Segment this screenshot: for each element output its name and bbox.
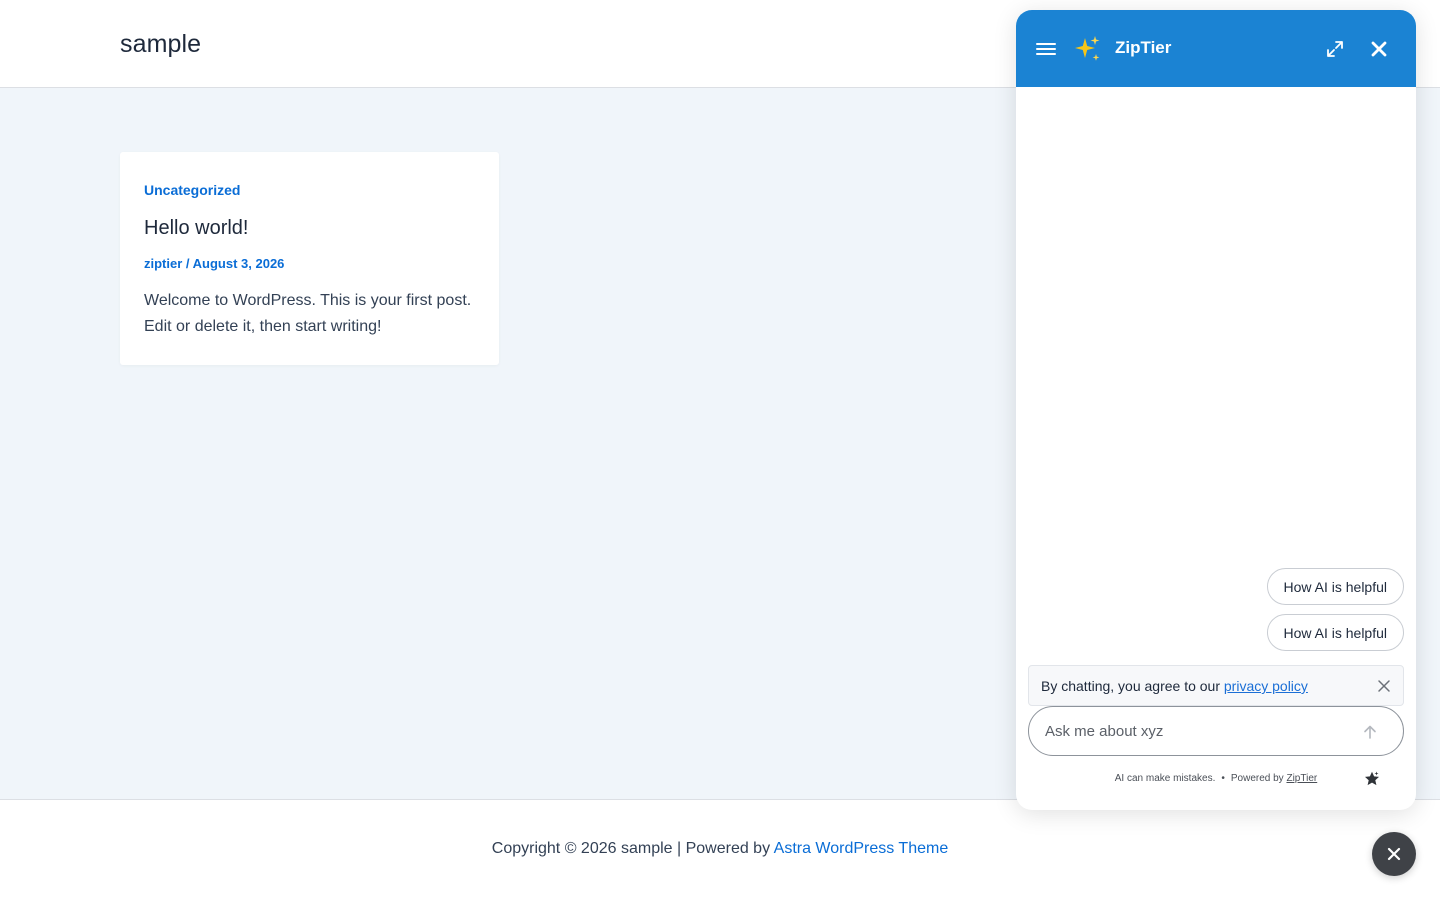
close-icon: [1387, 847, 1401, 861]
suggestion-chip[interactable]: How AI is helpful: [1266, 614, 1404, 651]
post-date-link[interactable]: August 3, 2026: [193, 256, 285, 271]
footer-copyright-text: Copyright © 2026 sample | Powered by: [491, 840, 774, 857]
close-icon[interactable]: [1368, 38, 1390, 60]
site-title[interactable]: sample: [120, 30, 201, 59]
post-title-link[interactable]: Hello world!: [144, 217, 248, 240]
post-category-link[interactable]: Uncategorized: [144, 182, 240, 198]
chat-input[interactable]: [1045, 719, 1345, 743]
suggestion-chip[interactable]: How AI is helpful: [1266, 568, 1404, 605]
chat-launcher-button[interactable]: [1372, 832, 1416, 876]
post-excerpt: Welcome to WordPress. This is your first…: [144, 292, 472, 335]
star-icon[interactable]: [1363, 770, 1381, 788]
chat-panel: ZipTier How AI is helpful How AI is help…: [1016, 10, 1416, 810]
privacy-consent-banner: By chatting, you agree to our privacy po…: [1028, 665, 1404, 706]
chat-header: ZipTier: [1016, 10, 1416, 87]
expand-icon[interactable]: [1325, 39, 1345, 59]
powered-by-text: Powered by: [1230, 773, 1287, 784]
footer-copyright: Copyright © 2026 sample | Powered by Ast…: [0, 840, 1440, 858]
chat-input-container: [1028, 706, 1404, 756]
footer-theme-link[interactable]: Astra WordPress Theme: [774, 840, 949, 857]
hamburger-menu-icon[interactable]: [1036, 43, 1056, 55]
disclaimer-text: AI can make mistakes.: [1114, 773, 1216, 784]
close-icon[interactable]: [1377, 679, 1391, 693]
post-meta: ziptier / August 3, 2026: [144, 256, 284, 271]
site-footer: Copyright © 2026 sample | Powered by Ast…: [0, 800, 1440, 900]
chat-title: ZipTier: [1115, 38, 1172, 57]
sparkles-icon: [1075, 36, 1100, 61]
consent-prefix: By chatting, you agree to our: [1041, 678, 1224, 694]
footer-separator: •: [1221, 773, 1225, 784]
chat-disclaimer: AI can make mistakes. • Powered by ZipTier: [1016, 773, 1416, 784]
post-meta-separator: /: [182, 256, 193, 271]
consent-text: By chatting, you agree to our privacy po…: [1041, 678, 1308, 694]
arrow-up-icon[interactable]: [1361, 723, 1379, 741]
ziptier-link[interactable]: ZipTier: [1286, 773, 1317, 784]
post-card: Uncategorized Hello world! ziptier / Aug…: [120, 152, 499, 365]
privacy-policy-link[interactable]: privacy policy: [1224, 678, 1308, 694]
post-author-link[interactable]: ziptier: [144, 256, 182, 271]
